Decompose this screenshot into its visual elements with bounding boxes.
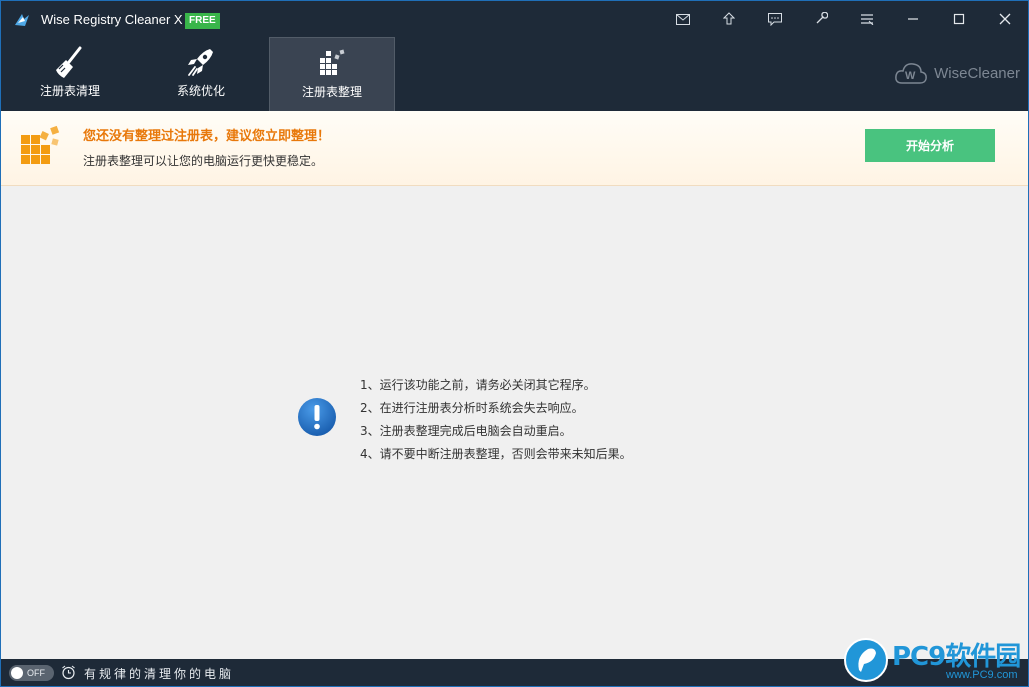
notice-title: 您还没有整理过注册表，建议您立即整理！ (83, 129, 331, 144)
tab-registry-cleaner[interactable]: 注册表清理 (7, 37, 133, 111)
watermark-text: PC9软件园 (892, 642, 1021, 672)
feedback-button[interactable] (760, 5, 790, 33)
app-logo-icon (15, 14, 29, 26)
alarm-clock-icon (62, 665, 75, 680)
toggle-label: OFF (27, 668, 45, 678)
wisecleaner-logo-icon: W (895, 63, 928, 84)
close-icon (999, 13, 1011, 25)
brand-text: WiseCleaner (934, 64, 1020, 82)
menu-button[interactable] (852, 5, 882, 33)
tab-bar: 注册表清理 系统优化 注册表整理 W WiseCleaner (1, 37, 1028, 111)
upgrade-icon (723, 12, 735, 25)
exclamation-info-icon (298, 398, 336, 436)
tab-registry-defrag[interactable]: 注册表整理 (269, 37, 395, 111)
skin-icon (816, 12, 828, 24)
maximize-button[interactable] (944, 5, 974, 33)
upgrade-button[interactable] (714, 5, 744, 33)
free-badge: FREE (185, 13, 220, 29)
notice-description: 注册表整理可以让您的电脑运行更快更稳定。 (83, 154, 324, 168)
feedback-icon (768, 12, 782, 26)
tip-item: 2、在进行注册表分析时系统会失去响应。 (360, 401, 584, 415)
notice-banner: 您还没有整理过注册表，建议您立即整理！ 注册表整理可以让您的电脑运行更快更稳定。… (1, 111, 1028, 186)
tab-label: 注册表清理 (39, 84, 100, 98)
watermark-logo-icon (844, 638, 888, 682)
watermark: PC9软件园 www.PC9.com (842, 636, 1028, 686)
minimize-button[interactable] (898, 5, 928, 33)
tab-label: 系统优化 (176, 84, 225, 98)
start-analysis-button[interactable]: 开始分析 (865, 129, 995, 162)
wisecleaner-brand[interactable]: W WiseCleaner (894, 59, 1020, 87)
schedule-toggle[interactable]: OFF (9, 665, 54, 681)
tip-item: 1、运行该功能之前，请务必关闭其它程序。 (360, 378, 596, 392)
defrag-notice-icon (21, 125, 60, 164)
svg-text:W: W (905, 70, 916, 82)
defrag-blocks-icon (320, 49, 345, 75)
watermark-subtext: www.PC9.com (946, 669, 1018, 681)
title-bar[interactable]: Wise Registry Cleaner X FREE (1, 1, 1028, 37)
broom-icon (56, 46, 82, 78)
app-window: Wise Registry Cleaner X FREE 注册表清理 系统优化 … (0, 0, 1029, 687)
skin-button[interactable] (806, 5, 836, 33)
schedule-text[interactable]: 有规律的清理你的电脑 (84, 665, 234, 682)
mail-icon (676, 13, 690, 25)
tip-item: 3、注册表整理完成后电脑会自动重启。 (360, 424, 572, 438)
rocket-icon (188, 49, 213, 76)
minimize-icon (908, 18, 918, 20)
tip-item: 4、请不要中断注册表整理，否则会带来未知后果。 (360, 447, 632, 461)
toggle-knob (11, 667, 23, 679)
tab-label: 注册表整理 (301, 85, 362, 99)
mail-button[interactable] (668, 5, 698, 33)
tips-list: 1、运行该功能之前，请务必关闭其它程序。 2、在进行注册表分析时系统会失去响应。… (360, 374, 632, 466)
close-button[interactable] (990, 5, 1020, 33)
main-content: 1、运行该功能之前，请务必关闭其它程序。 2、在进行注册表分析时系统会失去响应。… (1, 187, 1028, 659)
app-title: Wise Registry Cleaner X (41, 12, 183, 27)
menu-icon (861, 14, 874, 25)
tab-system-optimize[interactable]: 系统优化 (138, 37, 264, 111)
maximize-icon (953, 13, 965, 25)
